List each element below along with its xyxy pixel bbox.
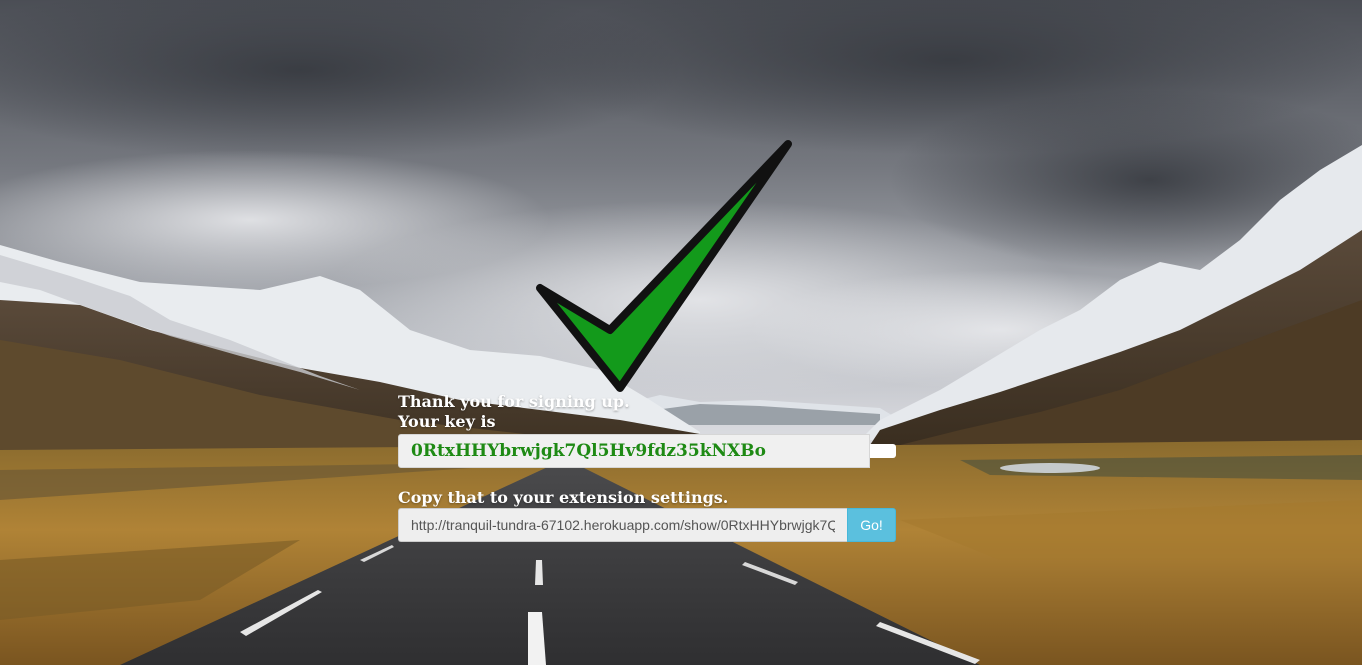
thank-you-text: Thank you for signing up. bbox=[398, 392, 630, 411]
key-box-tab bbox=[870, 444, 896, 458]
key-row: 0RtxHHYbrwjgk7Ql5Hv9fdz35kNXBo bbox=[398, 434, 898, 468]
api-key-display[interactable]: 0RtxHHYbrwjgk7Ql5Hv9fdz35kNXBo bbox=[398, 434, 870, 468]
url-input[interactable] bbox=[398, 508, 847, 542]
url-input-group: Go! bbox=[398, 508, 898, 542]
copy-instruction-text: Copy that to your extension settings. bbox=[398, 488, 729, 507]
go-button[interactable]: Go! bbox=[847, 508, 896, 542]
signup-panel: Thank you for signing up. Your key is 0R… bbox=[398, 392, 898, 542]
signup-confirmation-page: Thank you for signing up. Your key is 0R… bbox=[0, 0, 1362, 665]
checkmark-icon bbox=[536, 140, 792, 392]
key-label: Your key is bbox=[398, 412, 496, 431]
